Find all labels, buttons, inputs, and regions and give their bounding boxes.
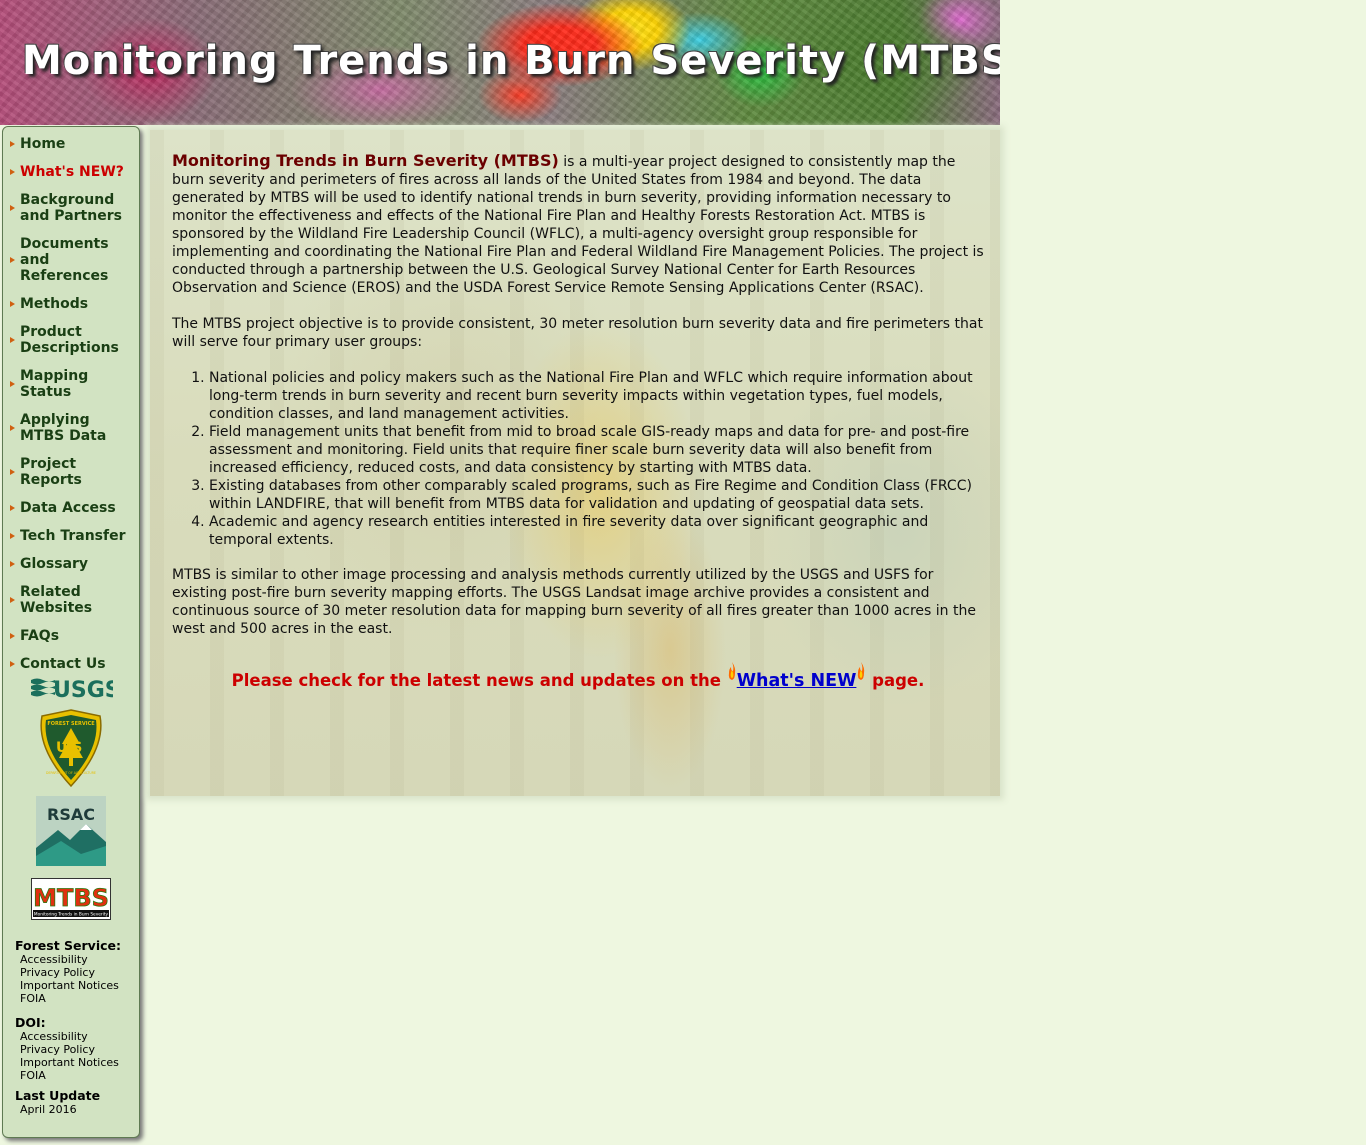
flame-icon xyxy=(858,662,865,680)
news-prefix: Please check for the latest news and upd… xyxy=(231,671,727,690)
nav-item-applying-mtbs-data[interactable]: Applying MTBS Data xyxy=(3,412,139,444)
nav-item-glossary[interactable]: Glossary xyxy=(3,556,139,572)
whats-new-notice: Please check for the latest news and upd… xyxy=(172,662,984,690)
doi-accessibility-link[interactable]: Accessibility xyxy=(20,1030,139,1043)
doi-foia-link[interactable]: FOIA xyxy=(20,1069,139,1082)
site-banner: Monitoring Trends in Burn Severity (MTBS… xyxy=(0,0,1000,125)
mtbs-logo-text: MTBS xyxy=(33,884,109,912)
nav-item-label: Background and Partners xyxy=(20,192,122,224)
intro-title: Monitoring Trends in Burn Severity (MTBS… xyxy=(172,151,559,170)
arrow-bullet-icon xyxy=(10,505,15,511)
nav-item-label: Related Websites xyxy=(20,584,93,616)
nav-item-label: Tech Transfer xyxy=(20,528,126,544)
forest-service-footer-heading: Forest Service: xyxy=(15,938,121,953)
user-groups-list: National policies and policy makers such… xyxy=(172,369,984,549)
nav-item-product-descriptions[interactable]: Product Descriptions xyxy=(3,324,139,356)
intro-text: is a multi-year project designed to cons… xyxy=(172,154,984,296)
nav-item-label: Home xyxy=(20,136,66,152)
fs-important-notices-link[interactable]: Important Notices xyxy=(20,979,139,992)
list-item: National policies and policy makers such… xyxy=(209,369,984,423)
doi-important-notices-link[interactable]: Important Notices xyxy=(20,1056,139,1069)
mtbs-logo[interactable]: MTBS Monitoring Trends in Burn Severity xyxy=(31,878,111,920)
nav-item-label: Methods xyxy=(20,296,89,312)
arrow-bullet-icon xyxy=(10,141,15,147)
nav-item-label: Documents and References xyxy=(20,236,109,284)
fs-accessibility-link[interactable]: Accessibility xyxy=(20,953,139,966)
last-update-value: April 2016 xyxy=(20,1103,77,1116)
sidebar: Home What's NEW? Background and Partners… xyxy=(2,126,140,1138)
nav-item-documents-and-references[interactable]: Documents and References xyxy=(3,236,139,284)
nav-menu: Home What's NEW? Background and Partners… xyxy=(3,127,139,672)
nav-item-label: Contact Us xyxy=(20,656,106,672)
forest-service-logo-text: FOREST SERVICE xyxy=(47,721,95,727)
nav-item-label: Project Reports xyxy=(20,456,82,488)
arrow-bullet-icon xyxy=(10,205,15,211)
whats-new-link[interactable]: What's NEW xyxy=(737,671,857,691)
flame-icon xyxy=(728,662,735,680)
usgs-logo-text: USGS xyxy=(53,678,113,700)
arrow-bullet-icon xyxy=(10,661,15,667)
arrow-bullet-icon xyxy=(10,381,15,387)
mtbs-logo-subtitle: Monitoring Trends in Burn Severity xyxy=(34,912,109,918)
news-suffix: page. xyxy=(866,671,925,690)
main-content: Monitoring Trends in Burn Severity (MTBS… xyxy=(150,130,1000,796)
doi-privacy-policy-link[interactable]: Privacy Policy xyxy=(20,1043,139,1056)
nav-item-label: Glossary xyxy=(20,556,89,572)
fs-foia-link[interactable]: FOIA xyxy=(20,992,139,1005)
nav-item-home[interactable]: Home xyxy=(3,136,139,152)
forest-service-letters: U S xyxy=(56,740,82,756)
arrow-bullet-icon xyxy=(10,337,15,343)
nav-item-label: Product Descriptions xyxy=(20,324,119,356)
list-item: Existing databases from other comparably… xyxy=(209,477,984,513)
nav-item-methods[interactable]: Methods xyxy=(3,296,139,312)
banner-title: Monitoring Trends in Burn Severity (MTBS… xyxy=(22,38,1000,84)
last-update-heading: Last Update xyxy=(15,1088,101,1103)
list-item: Field management units that benefit from… xyxy=(209,423,984,477)
nav-item-project-reports[interactable]: Project Reports xyxy=(3,456,139,488)
rsac-logo[interactable]: RSAC xyxy=(36,796,106,866)
nav-item-data-access[interactable]: Data Access xyxy=(3,500,139,516)
nav-item-label: Applying MTBS Data xyxy=(20,412,107,444)
list-item: Academic and agency research entities in… xyxy=(209,513,984,549)
intro-paragraph: Monitoring Trends in Burn Severity (MTBS… xyxy=(172,152,984,297)
nav-item-label: What's NEW? xyxy=(20,164,124,180)
nav-item-contact-us[interactable]: Contact Us xyxy=(3,656,139,672)
usgs-logo[interactable]: USGS xyxy=(29,676,113,700)
nav-item-background-and-partners[interactable]: Background and Partners xyxy=(3,192,139,224)
arrow-bullet-icon xyxy=(10,425,15,431)
rsac-logo-text: RSAC xyxy=(47,805,95,824)
objective-paragraph: The MTBS project objective is to provide… xyxy=(172,316,983,350)
forest-service-logo-bottom: DEPARTMENT OF AGRICULTURE xyxy=(46,771,96,775)
arrow-bullet-icon xyxy=(10,633,15,639)
arrow-bullet-icon xyxy=(10,561,15,567)
arrow-bullet-icon xyxy=(10,597,15,603)
arrow-bullet-icon xyxy=(10,469,15,475)
nav-item-related-websites[interactable]: Related Websites xyxy=(3,584,139,616)
similar-methods-paragraph: MTBS is similar to other image processin… xyxy=(172,567,976,637)
nav-item-tech-transfer[interactable]: Tech Transfer xyxy=(3,528,139,544)
fs-privacy-policy-link[interactable]: Privacy Policy xyxy=(20,966,139,979)
nav-item-mapping-status[interactable]: Mapping Status xyxy=(3,368,139,400)
doi-footer-heading: DOI: xyxy=(15,1015,46,1030)
nav-item-faqs[interactable]: FAQs xyxy=(3,628,139,644)
arrow-bullet-icon xyxy=(10,533,15,539)
nav-item-label: FAQs xyxy=(20,628,60,644)
arrow-bullet-icon xyxy=(10,169,15,175)
arrow-bullet-icon xyxy=(10,257,15,263)
arrow-bullet-icon xyxy=(10,301,15,307)
nav-item-label: Mapping Status xyxy=(20,368,89,400)
nav-item-label: Data Access xyxy=(20,500,116,516)
content-body: Monitoring Trends in Burn Severity (MTBS… xyxy=(172,152,984,691)
forest-service-logo[interactable]: U S FOREST SERVICE DEPARTMENT OF AGRICUL… xyxy=(34,708,108,788)
nav-item-whats-new[interactable]: What's NEW? xyxy=(3,164,139,180)
